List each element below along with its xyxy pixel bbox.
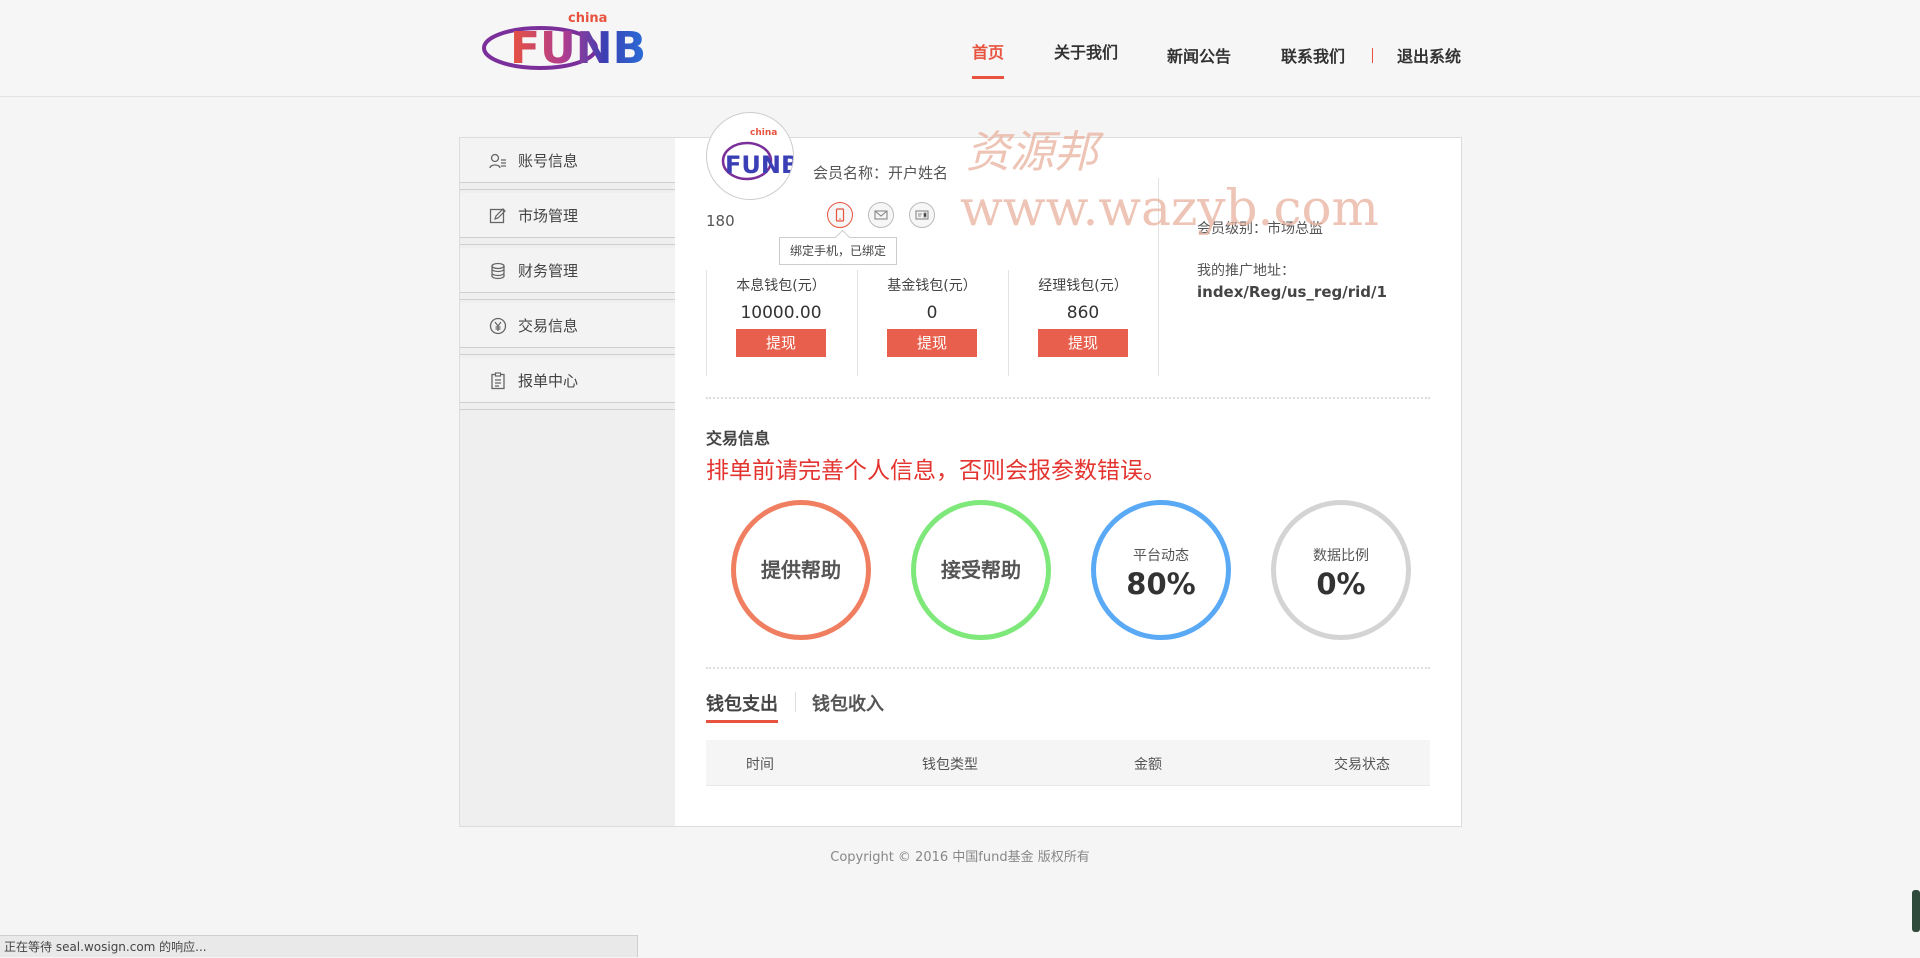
sidebar-item-label: 交易信息 (518, 317, 579, 335)
divider (706, 667, 1430, 669)
browser-status-bar: 正在等待 seal.wosign.com 的响应... (0, 935, 638, 957)
circle-label: 接受帮助 (941, 558, 1021, 582)
sidebar-item-label: 报单中心 (518, 372, 579, 390)
scrollbar-indicator[interactable] (1912, 890, 1920, 932)
nav-contact[interactable]: 联系我们 (1281, 46, 1345, 68)
mail-icon (874, 210, 888, 220)
sidebar: 账号信息 市场管理 财务管理 交易信息 报单中心 (459, 137, 677, 827)
wallet-title: 经理钱包(元） (1038, 278, 1128, 294)
wallet-manager: 经理钱包(元） 860 提现 (1008, 275, 1158, 357)
sidebar-item-account[interactable]: 账号信息 (460, 138, 676, 190)
member-level: 会员级别：市场总监 (1197, 221, 1323, 237)
sidebar-item-market[interactable]: 市场管理 (460, 193, 676, 245)
member-name: 会员名称：开户姓名 (813, 164, 949, 182)
svg-text:FUNB: FUNB (510, 23, 646, 70)
nav-about[interactable]: 关于我们 (1054, 42, 1118, 64)
divider (706, 397, 1430, 399)
circle-label: 提供帮助 (761, 558, 841, 582)
column-header: 时间 (746, 757, 774, 773)
withdraw-button[interactable]: 提现 (887, 329, 977, 357)
profile-divider (1158, 178, 1159, 376)
idcard-bind-button[interactable] (909, 202, 935, 228)
promo-label: 我的推广地址： (1197, 263, 1295, 279)
gauge-value: 0% (1316, 567, 1366, 601)
yen-icon (489, 317, 507, 335)
column-header: 钱包类型 (922, 757, 978, 773)
nav-separator (1372, 48, 1373, 63)
member-id: 180 (706, 212, 735, 230)
warning-message: 排单前请完善个人信息，否则会报参数错误。 (706, 458, 1166, 484)
tab-wallet-income[interactable]: 钱包收入 (812, 690, 884, 716)
wallet-value: 0 (926, 303, 938, 323)
platform-activity-gauge: 平台动态 80% (1091, 500, 1231, 640)
wallet-title: 基金钱包(元） (887, 278, 977, 294)
sidebar-item-order-center[interactable]: 报单中心 (460, 358, 676, 410)
svg-text:china: china (568, 11, 607, 26)
avatar: FUNB china (706, 112, 794, 200)
table-header: 时间 钱包类型 金额 交易状态 (706, 740, 1430, 786)
column-header: 交易状态 (1334, 757, 1390, 773)
coins-icon (491, 262, 505, 280)
site-logo[interactable]: FUNB china (480, 8, 665, 70)
svg-text:FUNB: FUNB (725, 151, 793, 179)
nav-home[interactable]: 首页 (972, 42, 1005, 79)
top-header: FUNB china 首页 关于我们 新闻公告 联系我们 退出系统 (0, 0, 1920, 97)
trade-section-title: 交易信息 (706, 429, 771, 448)
provide-help-button[interactable]: 提供帮助 (731, 500, 871, 640)
nav-news[interactable]: 新闻公告 (1167, 46, 1231, 68)
wallet-value: 10000.00 (740, 303, 822, 323)
email-bind-button[interactable] (868, 202, 894, 228)
withdraw-button[interactable]: 提现 (1038, 329, 1128, 357)
tab-wallet-expense[interactable]: 钱包支出 (706, 690, 778, 723)
wallet-value: 860 (1066, 303, 1100, 323)
sidebar-item-trade[interactable]: 交易信息 (460, 303, 676, 355)
nav-logout[interactable]: 退出系统 (1397, 46, 1461, 68)
sidebar-item-label: 财务管理 (518, 262, 579, 280)
sidebar-item-label: 市场管理 (518, 207, 579, 225)
gauge-label: 数据比例 (1313, 548, 1369, 564)
svg-text:china: china (750, 128, 777, 138)
receive-help-button[interactable]: 接受帮助 (911, 500, 1051, 640)
avatar-logo: FUNB china (721, 128, 793, 181)
column-header: 金额 (1134, 757, 1162, 773)
gauge-value: 80% (1126, 567, 1196, 601)
phone-bind-button[interactable] (827, 202, 853, 228)
promo-url[interactable]: index/Reg/us_reg/rid/1 (1197, 283, 1387, 301)
wallet-title: 本息钱包(元） (736, 278, 826, 294)
tab-separator (795, 692, 796, 712)
wallet-fund: 基金钱包(元） 0 提现 (857, 275, 1007, 357)
id-card-icon (915, 210, 929, 220)
sidebar-item-label: 账号信息 (518, 152, 579, 170)
user-card-icon (489, 153, 506, 169)
bind-tooltip: 绑定手机，已绑定 (779, 237, 898, 265)
clipboard-icon (491, 372, 505, 390)
gauge-label: 平台动态 (1133, 548, 1189, 564)
edit-icon (489, 208, 506, 224)
phone-icon (835, 208, 845, 222)
copyright: Copyright © 2016 中国fund基金 版权所有 (830, 850, 1090, 865)
wallet-principal: 本息钱包(元） 10000.00 提现 (706, 275, 856, 357)
withdraw-button[interactable]: 提现 (736, 329, 826, 357)
sidebar-item-finance[interactable]: 财务管理 (460, 248, 676, 300)
data-ratio-gauge: 数据比例 0% (1271, 500, 1411, 640)
